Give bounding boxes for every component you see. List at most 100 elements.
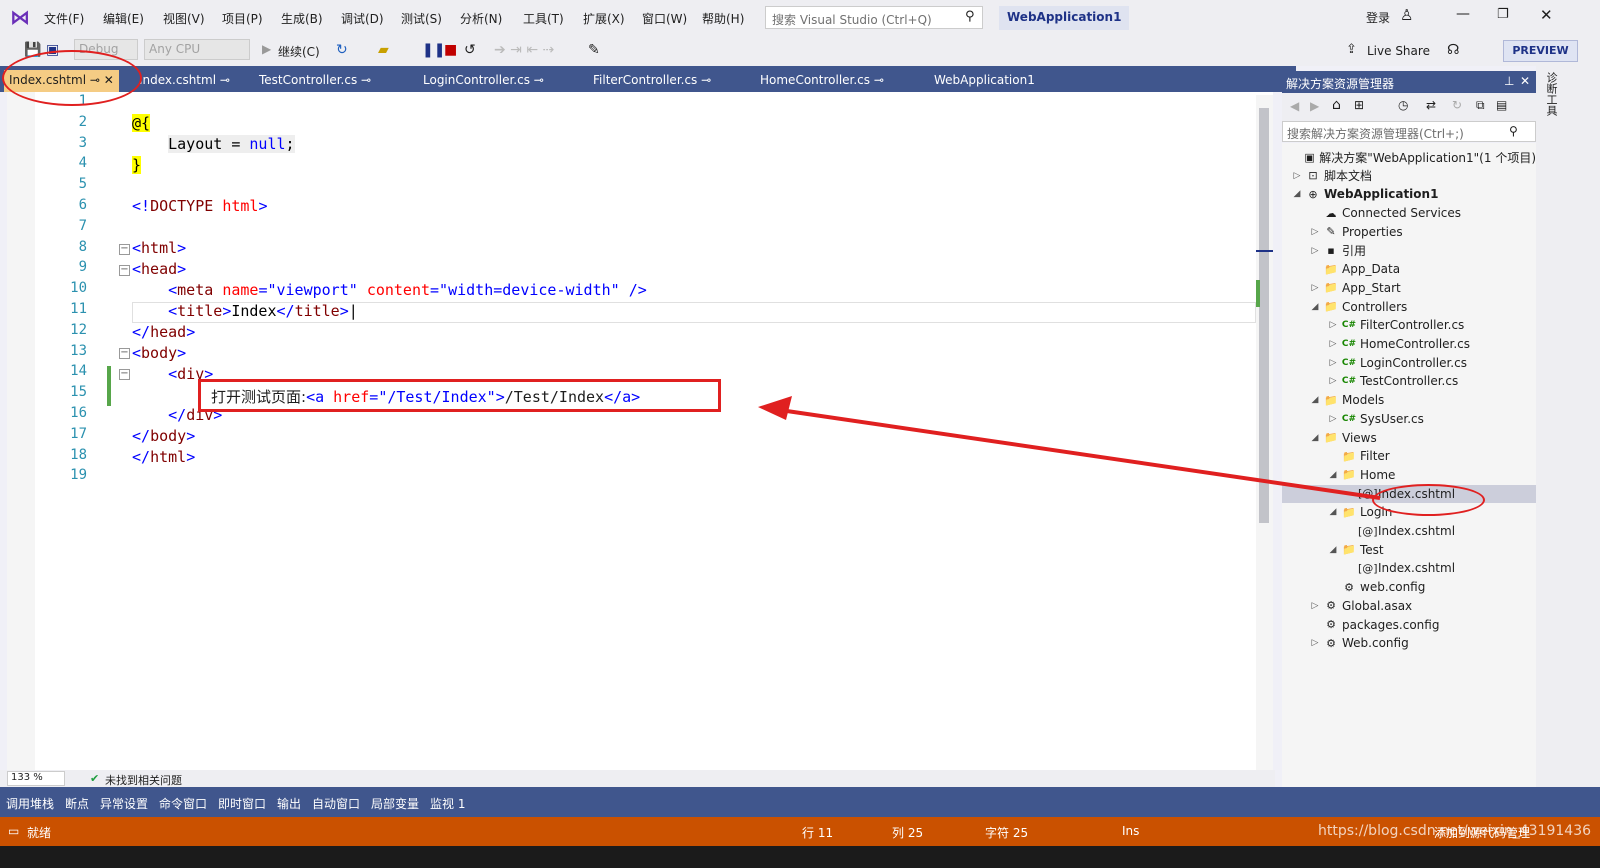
tree-node[interactable]: ⚙ packages.config bbox=[1282, 616, 1536, 634]
fold-toggle[interactable]: − bbox=[119, 265, 130, 276]
expander-icon[interactable]: ▷ bbox=[1326, 339, 1340, 349]
tab-6[interactable]: HomeController.cs ⊸ bbox=[755, 70, 889, 92]
search-input[interactable]: 搜索 Visual Studio (Ctrl+Q) bbox=[765, 6, 983, 29]
back-icon[interactable]: ◀ bbox=[1290, 99, 1299, 113]
tree-node[interactable]: ▷ C# SysUser.cs bbox=[1282, 410, 1536, 428]
tab-2[interactable]: Index.cshtml ⊸ bbox=[134, 70, 235, 92]
expander-icon[interactable]: ◢ bbox=[1290, 189, 1304, 199]
tree-node[interactable]: ◢ ⊕ WebApplication1 bbox=[1282, 185, 1536, 203]
close-window-button[interactable]: ✕ bbox=[1540, 6, 1553, 24]
bottom-tab[interactable]: 异常设置 bbox=[100, 795, 148, 812]
tree-node[interactable]: ▷ ⚙ Global.asax bbox=[1282, 597, 1536, 615]
menu-item[interactable]: 测试(S) bbox=[401, 10, 442, 27]
live-share-icon[interactable]: ⇪ bbox=[1346, 42, 1357, 57]
bottom-tab[interactable]: 自动窗口 bbox=[312, 795, 360, 812]
tree-node[interactable]: ◢ 📁 Models bbox=[1282, 391, 1536, 409]
solution-search-input[interactable]: 搜索解决方案资源管理器(Ctrl+;) bbox=[1282, 121, 1536, 142]
tree-node[interactable]: ▷ C# HomeController.cs bbox=[1282, 335, 1536, 353]
restart-icon[interactable]: ↺ bbox=[464, 42, 476, 58]
stop-icon[interactable]: ■ bbox=[444, 42, 457, 58]
bottom-tab[interactable]: 断点 bbox=[65, 795, 89, 812]
preview-button[interactable]: PREVIEW bbox=[1503, 40, 1578, 62]
fold-toggle[interactable]: − bbox=[119, 369, 130, 380]
tree-node[interactable]: ▷ C# FilterController.cs bbox=[1282, 316, 1536, 334]
tree-node[interactable]: ◢ 📁 Home bbox=[1282, 466, 1536, 484]
play-icon[interactable]: ▶ bbox=[262, 42, 271, 56]
sync-icon[interactable]: ⇄ bbox=[1426, 98, 1436, 112]
search-icon[interactable]: ⚲ bbox=[965, 9, 975, 24]
scrollbar-thumb[interactable] bbox=[1259, 108, 1269, 523]
bottom-tab[interactable]: 调用堆栈 bbox=[6, 795, 54, 812]
tree-node[interactable]: ◢ 📁 Test bbox=[1282, 541, 1536, 559]
show-all-files-icon[interactable]: ▤ bbox=[1496, 98, 1507, 112]
tree-node[interactable]: [@] Index.cshtml bbox=[1282, 559, 1536, 577]
refresh-icon[interactable]: ↻ bbox=[336, 42, 348, 58]
menu-item[interactable]: 视图(V) bbox=[163, 10, 205, 27]
issues-status[interactable]: 未找到相关问题 bbox=[105, 772, 182, 788]
bottom-tab[interactable]: 命令窗口 bbox=[159, 795, 207, 812]
continue-button[interactable]: 继续(C) bbox=[278, 43, 320, 60]
history-icon[interactable]: ◷ bbox=[1398, 98, 1408, 112]
expander-icon[interactable]: ◢ bbox=[1326, 470, 1340, 480]
pin-tab-icon[interactable]: ⊸ bbox=[216, 73, 230, 87]
tree-node[interactable]: [@] Index.cshtml bbox=[1282, 522, 1536, 540]
tree-node[interactable]: ▷ ⚙ Web.config bbox=[1282, 634, 1536, 652]
pin-icon[interactable]: ⊥ bbox=[1504, 74, 1514, 88]
tree-node[interactable]: ⚙ web.config bbox=[1282, 578, 1536, 596]
user-icon[interactable]: ♙ bbox=[1400, 6, 1413, 24]
menu-item[interactable]: 调试(D) bbox=[341, 10, 384, 27]
diagnostic-tools-tab[interactable]: 诊断工具 bbox=[1544, 72, 1558, 116]
expander-icon[interactable]: ▷ bbox=[1326, 376, 1340, 386]
collapse-all-icon[interactable]: ⧉ bbox=[1476, 98, 1485, 113]
tree-node[interactable]: 📁 App_Data bbox=[1282, 260, 1536, 278]
forward-icon[interactable]: ▶ bbox=[1310, 99, 1319, 113]
zoom-dropdown[interactable]: 133 % bbox=[7, 771, 65, 786]
fold-toggle[interactable]: − bbox=[119, 348, 130, 359]
bottom-tab[interactable]: 监视 1 bbox=[430, 795, 465, 812]
expander-icon[interactable]: ▷ bbox=[1308, 227, 1322, 237]
close-panel-icon[interactable]: ✕ bbox=[1520, 74, 1530, 88]
pause-icon[interactable]: ❚❚ bbox=[422, 42, 445, 58]
expander-icon[interactable]: ▷ bbox=[1326, 320, 1340, 330]
menu-item[interactable]: 窗口(W) bbox=[642, 10, 687, 27]
menu-item[interactable]: 项目(P) bbox=[222, 10, 263, 27]
tree-node[interactable]: 📁 Filter bbox=[1282, 447, 1536, 465]
expander-icon[interactable]: ◢ bbox=[1308, 302, 1322, 312]
tree-node[interactable]: ▷ ✎ Properties bbox=[1282, 223, 1536, 241]
step-icons[interactable]: ➔ ⇥ ⇤ ⇢ bbox=[494, 42, 554, 58]
code-editor[interactable]: 1 2 3 4 5 6 7 8 9 10 11 12 13 14 15 16 17 18 19 − − − − @{… bbox=[7, 92, 1273, 787]
tree-node[interactable]: ▷ C# LoginController.cs bbox=[1282, 354, 1536, 372]
home-icon[interactable]: ⌂ bbox=[1332, 97, 1341, 113]
expander-icon[interactable]: ▷ bbox=[1308, 601, 1322, 611]
tab-7[interactable]: WebApplication1 bbox=[929, 70, 1040, 92]
tree-node[interactable]: ▷ 📁 App_Start bbox=[1282, 279, 1536, 297]
pin-tab-icon[interactable]: ⊸ bbox=[870, 73, 884, 87]
pin-tab-icon[interactable]: ⊸ bbox=[697, 73, 711, 87]
tree-node[interactable]: ◢ 📁 Controllers bbox=[1282, 298, 1536, 316]
menu-item[interactable]: 编辑(E) bbox=[103, 10, 144, 27]
expander-icon[interactable]: ◢ bbox=[1326, 545, 1340, 555]
tree-node[interactable]: ☁ Connected Services bbox=[1282, 204, 1536, 222]
menu-item[interactable]: 生成(B) bbox=[281, 10, 323, 27]
menu-item[interactable]: 分析(N) bbox=[460, 10, 502, 27]
switch-view-icon[interactable]: ⊞ bbox=[1354, 98, 1364, 112]
menu-item[interactable]: 帮助(H) bbox=[702, 10, 744, 27]
hot-reload-icon[interactable]: ✎ bbox=[588, 42, 600, 58]
live-share-button[interactable]: Live Share bbox=[1367, 44, 1430, 58]
expander-icon[interactable]: ◢ bbox=[1308, 433, 1322, 443]
expander-icon[interactable]: ▷ bbox=[1308, 246, 1322, 256]
browser-link-icon[interactable]: ▰ bbox=[378, 42, 389, 58]
restore-button[interactable]: ❐ bbox=[1497, 7, 1509, 22]
feedback-icon[interactable]: ☊ bbox=[1447, 42, 1459, 58]
tree-node[interactable]: ◢ 📁 Views bbox=[1282, 429, 1536, 447]
tree-node[interactable]: ▣ 解决方案"WebApplication1"(1 个项目) bbox=[1282, 148, 1536, 166]
expander-icon[interactable]: ◢ bbox=[1326, 507, 1340, 517]
bottom-tab[interactable]: 输出 bbox=[277, 795, 301, 812]
refresh-panel-icon[interactable]: ↻ bbox=[1452, 98, 1462, 112]
tab-3[interactable]: TestController.cs ⊸ bbox=[254, 70, 376, 92]
editor-vertical-scrollbar[interactable] bbox=[1256, 95, 1273, 770]
menu-item[interactable]: 工具(T) bbox=[523, 10, 564, 27]
expander-icon[interactable]: ▷ bbox=[1308, 283, 1322, 293]
tab-5[interactable]: FilterController.cs ⊸ bbox=[588, 70, 716, 92]
platform-dropdown[interactable]: Any CPU bbox=[144, 39, 250, 60]
